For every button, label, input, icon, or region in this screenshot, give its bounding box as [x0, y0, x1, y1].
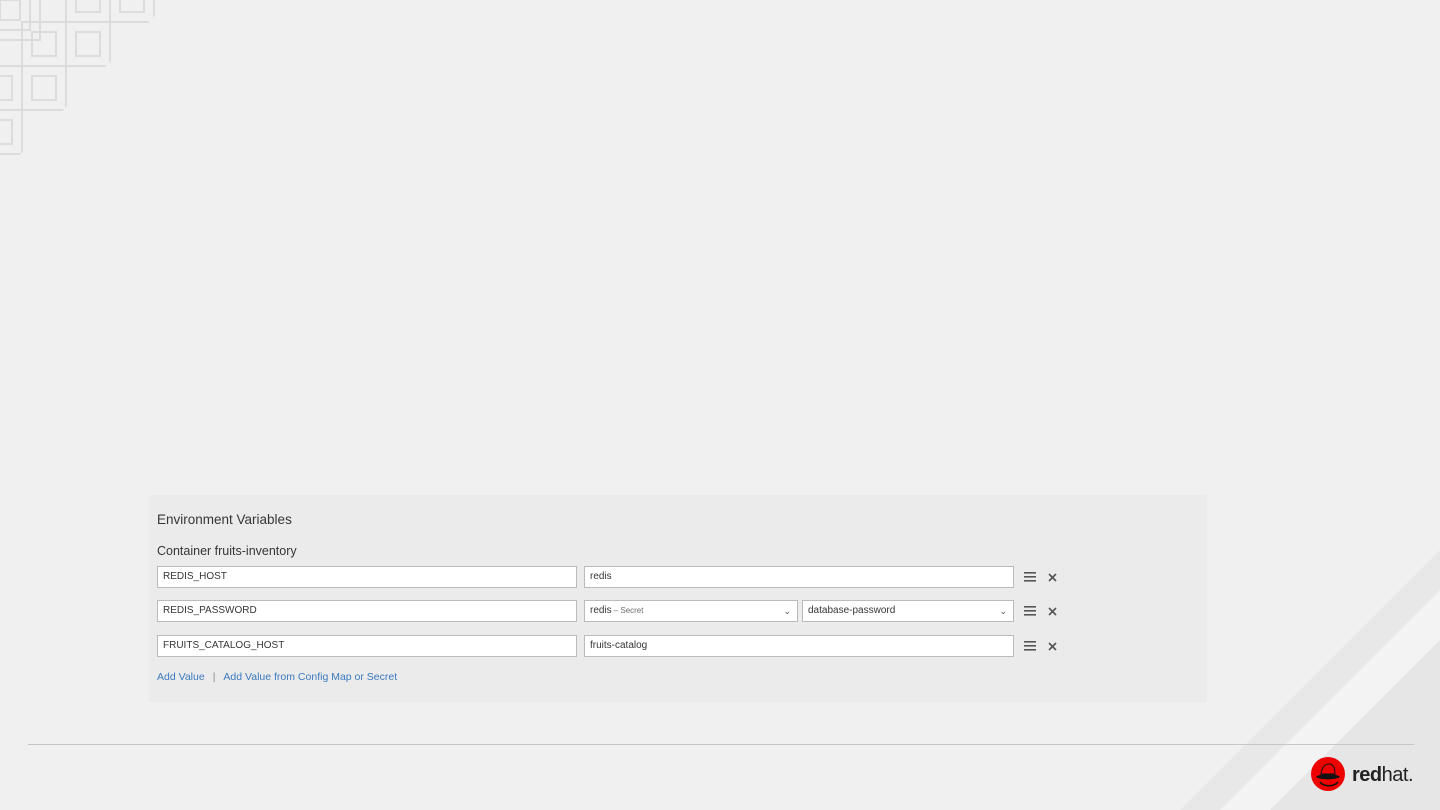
decorative-corner-pattern: [0, 0, 155, 155]
env-name-input[interactable]: REDIS_PASSWORD: [157, 600, 577, 622]
env-name-input[interactable]: FRUITS_CATALOG_HOST: [157, 635, 577, 657]
environment-variables-panel: Environment Variables Container fruits-i…: [149, 495, 1207, 702]
container-label: Container fruits-inventory: [157, 544, 297, 558]
logo-word-suffix: .: [1407, 764, 1414, 786]
env-row: REDIS_PASSWORD redis – Secret ⌄ database-…: [157, 600, 1077, 622]
panel-title: Environment Variables: [157, 512, 292, 527]
remove-icon[interactable]: [1044, 603, 1060, 619]
env-name-input[interactable]: REDIS_HOST: [157, 566, 577, 588]
resource-type-label: – Secret: [613, 606, 644, 615]
key-select-value: database-password: [808, 605, 896, 616]
footer-divider: [28, 744, 1414, 745]
shadowman-icon: [1311, 757, 1345, 791]
add-value-from-config-map-link[interactable]: Add Value from Config Map or Secret: [223, 671, 397, 683]
redhat-wordmark: redhat.: [1352, 764, 1414, 787]
link-separator: |: [212, 671, 216, 683]
drag-handle-icon[interactable]: [1022, 603, 1038, 619]
add-links: Add Value | Add Value from Config Map or S…: [157, 671, 397, 683]
remove-icon[interactable]: [1044, 638, 1060, 654]
resource-select[interactable]: redis – Secret ⌄: [584, 600, 798, 622]
env-value-input[interactable]: redis: [584, 566, 1014, 588]
drag-handle-icon[interactable]: [1022, 569, 1038, 585]
remove-icon[interactable]: [1044, 569, 1060, 585]
key-select[interactable]: database-password ⌄: [802, 600, 1014, 622]
drag-handle-icon[interactable]: [1022, 638, 1038, 654]
resource-select-value: redis: [590, 605, 612, 616]
env-row: FRUITS_CATALOG_HOST fruits-catalog: [157, 635, 1077, 657]
logo-word-bold: red: [1352, 764, 1382, 786]
add-value-link[interactable]: Add Value: [157, 671, 205, 683]
chevron-down-icon: ⌄: [999, 606, 1007, 616]
logo-word-light: hat: [1381, 764, 1409, 786]
chevron-down-icon: ⌄: [783, 606, 791, 616]
env-row: REDIS_HOST redis: [157, 566, 1077, 588]
redhat-logo: redhat.: [1310, 756, 1420, 792]
env-value-input[interactable]: fruits-catalog: [584, 635, 1014, 657]
